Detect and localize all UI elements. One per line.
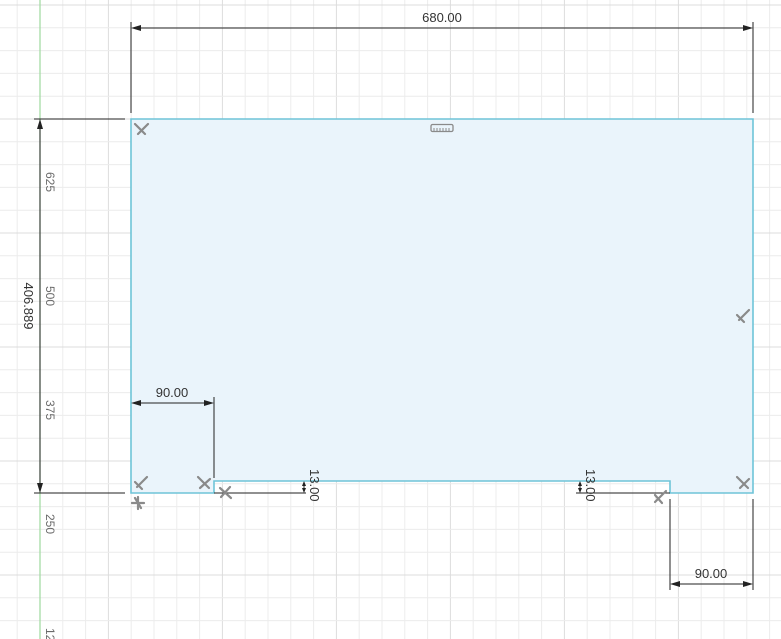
right-notch-dimension[interactable]: 90.00 (669, 499, 754, 590)
fixed-icon[interactable] (130, 495, 146, 511)
right-notch-dimension-value[interactable]: 90.00 (695, 566, 728, 581)
left-step-dimension-value[interactable]: 13.00 (307, 469, 322, 502)
ruler-label-375: 375 (43, 400, 57, 420)
height-dimension[interactable]: 406.889 (21, 118, 125, 494)
ruler-label-125: 125 (43, 628, 57, 639)
left-notch-dimension-value[interactable]: 90.00 (156, 385, 189, 400)
ruler-label-250: 250 (43, 514, 57, 534)
ruler-label-625: 625 (43, 172, 57, 192)
sketch-profile[interactable] (130, 118, 754, 494)
sketch-canvas[interactable]: 625 500 375 250 125 680.00 406.889 90.00 (0, 0, 781, 639)
width-dimension-value[interactable]: 680.00 (422, 10, 462, 25)
ruler: 625 500 375 250 125 (43, 172, 57, 639)
right-step-dimension-value[interactable]: 13.00 (583, 469, 598, 502)
width-dimension[interactable]: 680.00 (130, 10, 754, 113)
ruler-label-500: 500 (43, 286, 57, 306)
height-dimension-value[interactable]: 406.889 (21, 283, 36, 330)
